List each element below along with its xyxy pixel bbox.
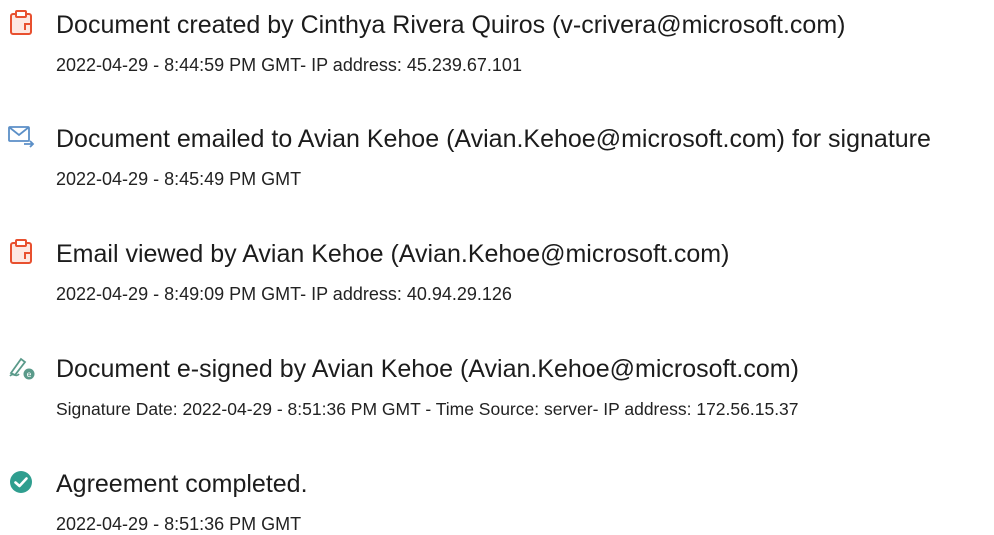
document-created-icon — [8, 10, 36, 36]
event-title: Document created by Cinthya Rivera Quiro… — [56, 11, 846, 39]
event-detail: 2022-04-29 - 8:51:36 PM GMT — [56, 514, 302, 534]
email-viewed-icon — [8, 239, 36, 265]
event-title: Email viewed by Avian Kehoe (Avian.Kehoe… — [56, 240, 730, 268]
svg-text:e: e — [27, 370, 32, 379]
check-circle-icon — [8, 469, 36, 495]
event-detail: 2022-04-29 - 8:44:59 PM GMT- IP address:… — [56, 55, 522, 75]
email-sent-icon — [8, 124, 36, 150]
event-detail: Signature Date: 2022-04-29 - 8:51:36 PM … — [56, 399, 799, 419]
event-detail: 2022-04-29 - 8:49:09 PM GMT- IP address:… — [56, 284, 512, 304]
event-detail: 2022-04-29 - 8:45:49 PM GMT — [56, 169, 302, 189]
event-title: Document emailed to Avian Kehoe (Avian.K… — [56, 125, 931, 153]
event-title: Agreement completed. — [56, 470, 308, 498]
e-signature-icon: e — [8, 354, 36, 380]
event-title: Document e-signed by Avian Kehoe (Avian.… — [56, 355, 799, 383]
